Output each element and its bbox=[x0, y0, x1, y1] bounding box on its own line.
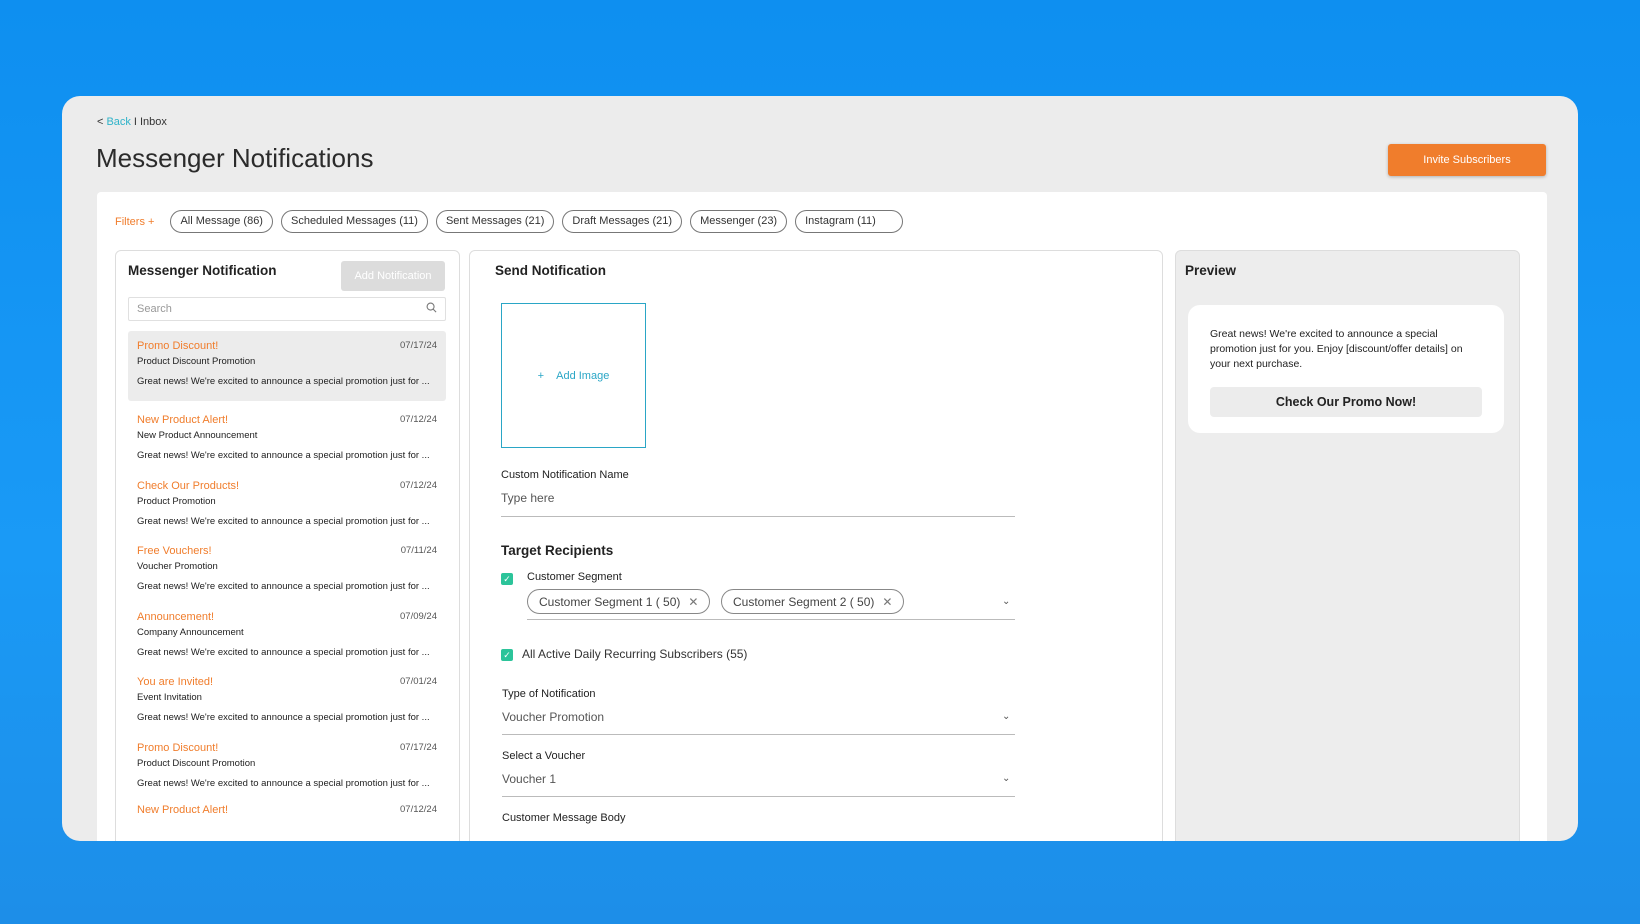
preview-message-text: Great news! We're excited to announce a … bbox=[1210, 328, 1463, 370]
custom-name-input[interactable]: Type here bbox=[501, 491, 554, 505]
filter-chip-all[interactable]: All Message (86) bbox=[170, 210, 273, 233]
message-body-label: Customer Message Body bbox=[502, 812, 626, 824]
send-notification-panel: Send Notification + Add Image Custom Not… bbox=[469, 250, 1163, 841]
filters-toggle[interactable]: Filters + bbox=[115, 216, 154, 228]
customer-segment-label: Customer Segment bbox=[527, 571, 622, 583]
filter-bar: Filters + All Message (86) Scheduled Mes… bbox=[115, 210, 911, 233]
list-item-date: 07/17/24 bbox=[400, 340, 437, 351]
preview-title: Preview bbox=[1185, 263, 1237, 278]
custom-name-underline bbox=[501, 516, 1015, 517]
filter-chip-draft[interactable]: Draft Messages (21) bbox=[562, 210, 683, 233]
notification-type-select[interactable]: Voucher Promotion bbox=[502, 710, 604, 724]
list-item-description: Great news! We're excited to announce a … bbox=[137, 450, 430, 461]
list-item-subtitle: Product Discount Promotion bbox=[137, 757, 256, 769]
list-item[interactable]: New Product Alert! 07/12/24 bbox=[128, 798, 446, 841]
list-item[interactable]: Announcement! 07/09/24 Company Announcem… bbox=[128, 602, 446, 668]
custom-name-label: Custom Notification Name bbox=[501, 469, 629, 481]
list-item-subtitle: Company Announcement bbox=[137, 626, 244, 638]
list-item-subtitle: Product Discount Promotion bbox=[137, 356, 256, 367]
search-icon[interactable] bbox=[426, 302, 437, 316]
notification-list: Promo Discount! 07/17/24 Product Discoun… bbox=[128, 331, 446, 841]
add-notification-button[interactable]: Add Notification bbox=[341, 261, 445, 291]
list-item[interactable]: New Product Alert! 07/12/24 New Product … bbox=[128, 405, 446, 471]
list-item-subtitle: Product Promotion bbox=[137, 495, 216, 507]
back-chevron-icon: < bbox=[97, 116, 104, 128]
add-image-label: Add Image bbox=[556, 369, 610, 382]
list-item-description: Great news! We're excited to announce a … bbox=[137, 581, 430, 592]
preview-cta-button[interactable]: Check Our Promo Now! bbox=[1210, 387, 1482, 417]
invite-subscribers-button[interactable]: Invite Subscribers bbox=[1388, 144, 1546, 176]
list-item-date: 07/17/24 bbox=[400, 741, 437, 753]
segment-underline bbox=[527, 619, 1015, 620]
page-title: Messenger Notifications bbox=[96, 143, 374, 173]
remove-icon[interactable]: ✕ bbox=[882, 595, 892, 609]
add-image-dropzone[interactable]: + Add Image bbox=[501, 303, 646, 448]
segment-chip-1[interactable]: Customer Segment 1 ( 50) ✕ bbox=[527, 589, 711, 614]
notification-list-title: Messenger Notification bbox=[128, 263, 277, 278]
preview-panel: Preview Great news! We're excited to ann… bbox=[1175, 250, 1520, 841]
voucher-underline bbox=[502, 796, 1015, 797]
filter-chip-instagram[interactable]: Instagram (11) bbox=[795, 210, 903, 233]
list-item-title: Check Our Products! bbox=[137, 479, 240, 492]
voucher-chevron-down-icon[interactable]: ⌄ bbox=[1002, 773, 1010, 784]
type-underline bbox=[502, 734, 1015, 735]
segment-chip-2[interactable]: Customer Segment 2 ( 50) ✕ bbox=[721, 589, 905, 614]
list-item-subtitle: Voucher Promotion bbox=[137, 561, 218, 572]
list-item-title: Promo Discount! bbox=[137, 741, 219, 754]
list-item-date: 07/01/24 bbox=[400, 676, 437, 687]
list-item-title: New Product Alert! bbox=[137, 414, 229, 426]
filter-chip-messenger[interactable]: Messenger (23) bbox=[690, 210, 788, 233]
list-item[interactable]: Promo Discount! 07/17/24 Product Discoun… bbox=[128, 733, 446, 799]
type-chevron-down-icon[interactable]: ⌄ bbox=[1002, 711, 1010, 722]
search-placeholder: Search bbox=[137, 303, 172, 315]
filter-chip-sent[interactable]: Sent Messages (21) bbox=[435, 210, 555, 233]
subscribers-checkbox[interactable]: ✓ bbox=[501, 649, 513, 661]
list-item-date: 07/12/24 bbox=[400, 414, 437, 425]
filter-chip-scheduled[interactable]: Scheduled Messages (11) bbox=[280, 210, 428, 233]
send-notification-title: Send Notification bbox=[495, 263, 606, 278]
breadcrumb-separator: I bbox=[133, 116, 137, 128]
list-item[interactable]: Free Vouchers! 07/11/24 Voucher Promotio… bbox=[128, 536, 446, 602]
list-item-date: 07/09/24 bbox=[400, 610, 437, 622]
list-item-description: Great news! We're excited to announce a … bbox=[137, 376, 430, 387]
list-item-date: 07/11/24 bbox=[400, 545, 437, 556]
list-item-title: Promo Discount! bbox=[137, 340, 219, 352]
breadcrumb-current: Inbox bbox=[139, 116, 167, 128]
list-item-description: Great news! We're excited to announce a … bbox=[137, 712, 430, 723]
search-input[interactable]: Search bbox=[128, 297, 446, 321]
list-item-subtitle: New Product Announcement bbox=[137, 430, 258, 441]
customer-segment-checkbox[interactable]: ✓ bbox=[501, 573, 513, 585]
notification-list-panel: Messenger Notification Add Notification … bbox=[115, 250, 460, 841]
list-item-title: New Product Alert! bbox=[137, 804, 229, 816]
subscribers-label: All Active Daily Recurring Subscribers (… bbox=[522, 647, 748, 661]
list-item-description: Great news! We're excited to announce a … bbox=[137, 777, 430, 789]
main-content: Filters + All Message (86) Scheduled Mes… bbox=[97, 192, 1547, 841]
remove-icon[interactable]: ✕ bbox=[688, 595, 698, 609]
list-item-title: Announcement! bbox=[137, 610, 215, 623]
list-item[interactable]: Check Our Products! 07/12/24 Product Pro… bbox=[128, 471, 446, 537]
list-item-date: 07/12/24 bbox=[400, 479, 437, 491]
preview-card: Great news! We're excited to announce a … bbox=[1188, 305, 1504, 433]
breadcrumb: < Back I Inbox bbox=[97, 116, 167, 128]
list-item-description: Great news! We're excited to announce a … bbox=[137, 515, 430, 527]
list-item[interactable]: Promo Discount! 07/17/24 Product Discoun… bbox=[128, 331, 446, 401]
app-window: < Back I Inbox Messenger Notifications Invi… bbox=[62, 96, 1578, 841]
segment-chip-label: Customer Segment 1 ( 50) bbox=[539, 594, 681, 609]
list-item-title: Free Vouchers! bbox=[137, 545, 212, 557]
list-item[interactable]: You are Invited! 07/01/24 Event Invitati… bbox=[128, 667, 446, 733]
list-item-description: Great news! We're excited to announce a … bbox=[137, 646, 430, 658]
target-recipients-title: Target Recipients bbox=[501, 543, 614, 558]
plus-icon: + bbox=[537, 369, 545, 382]
segment-chip-label: Customer Segment 2 ( 50) bbox=[733, 594, 875, 609]
list-item-subtitle: Event Invitation bbox=[137, 692, 202, 703]
voucher-select[interactable]: Voucher 1 bbox=[502, 772, 556, 786]
segment-chevron-down-icon[interactable]: ⌄ bbox=[1002, 596, 1010, 607]
voucher-label: Select a Voucher bbox=[502, 750, 586, 762]
notification-type-label: Type of Notification bbox=[502, 688, 596, 700]
back-link[interactable]: Back bbox=[106, 116, 130, 128]
list-item-title: You are Invited! bbox=[137, 676, 214, 688]
list-item-date: 07/12/24 bbox=[400, 804, 437, 815]
